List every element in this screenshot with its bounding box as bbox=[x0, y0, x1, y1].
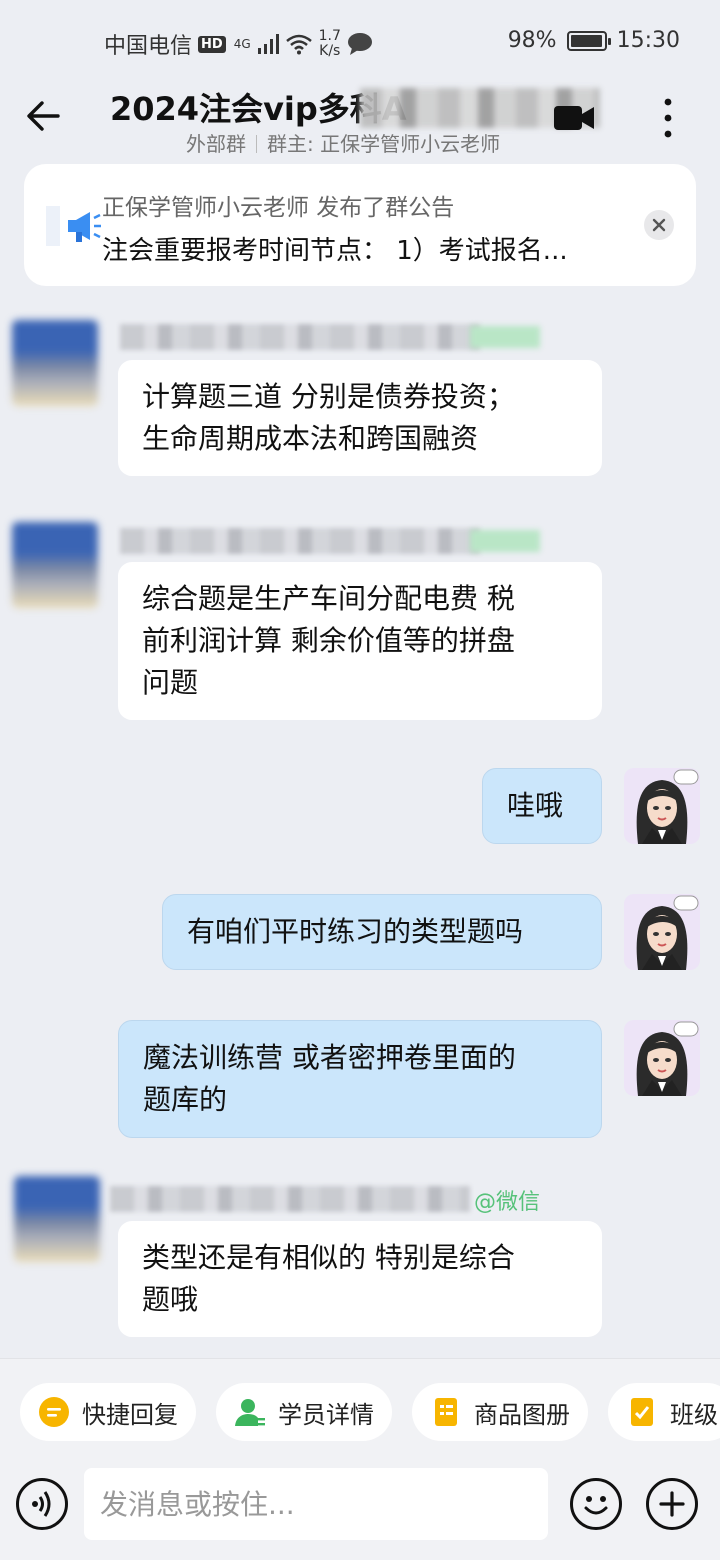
input-bar bbox=[0, 1466, 720, 1560]
avatar[interactable] bbox=[14, 1176, 100, 1262]
signal-icon bbox=[257, 34, 279, 54]
plus-icon bbox=[659, 1491, 685, 1517]
group-subtitle: 外部群 群主: 正保学管师小云老师 bbox=[186, 128, 500, 157]
catalog-icon bbox=[435, 1398, 457, 1426]
message-bubble-own[interactable]: 有咱们平时练习的类型题吗 bbox=[162, 894, 602, 970]
chip-label: 商品图册 bbox=[474, 1400, 570, 1429]
network-label: 4G bbox=[233, 37, 251, 51]
close-icon bbox=[652, 218, 666, 232]
my-avatar[interactable] bbox=[624, 768, 700, 844]
student-icon bbox=[235, 1399, 265, 1426]
status-bar: 中国电信 HD 4G 1.7 K/s 98% 15:30 bbox=[0, 0, 720, 84]
message-bubble[interactable]: 类型还是有相似的 特别是综合 题哦 bbox=[118, 1221, 602, 1337]
subtitle-divider bbox=[256, 135, 257, 153]
message-input[interactable] bbox=[84, 1468, 548, 1540]
group-type: 外部群 bbox=[186, 132, 246, 156]
megaphone-icon bbox=[46, 206, 101, 246]
more-options-icon[interactable] bbox=[656, 96, 680, 140]
hd-badge: HD bbox=[198, 35, 226, 53]
close-announcement-button[interactable] bbox=[644, 210, 674, 240]
message-line: 类型还是有相似的 特别是综合 bbox=[142, 1241, 515, 1274]
voice-input-button[interactable] bbox=[16, 1478, 68, 1530]
message-line: 有咱们平时练习的类型题吗 bbox=[187, 915, 524, 948]
message-line: 题库的 bbox=[143, 1083, 228, 1116]
message-line: 前利润计算 剩余价值等的拼盘 bbox=[142, 624, 515, 657]
battery-icon bbox=[566, 30, 611, 51]
announcement-preview: 注会重要报考时间节点： 1）考试报名... bbox=[102, 236, 568, 266]
sender-name-redacted bbox=[120, 324, 480, 350]
announcement-author: 正保学管师小云老师 发布了群公告 bbox=[102, 195, 455, 221]
net-speed: 1.7 K/s bbox=[319, 29, 341, 59]
avatar[interactable] bbox=[12, 320, 98, 406]
speed-value: 1.7 bbox=[318, 28, 341, 44]
emoji-button[interactable] bbox=[570, 1478, 622, 1530]
message-line: 计算题三道 分别是债券投资； bbox=[142, 380, 515, 413]
message-line: 题哦 bbox=[142, 1283, 199, 1316]
carrier-label: 中国电信 bbox=[104, 34, 193, 59]
quick-actions-bar: 快捷回复 学员详情 商品图册 班级 bbox=[0, 1358, 720, 1466]
quick-reply-icon bbox=[39, 1397, 69, 1427]
message-bubble-own[interactable]: 魔法训练营 或者密押卷里面的 题库的 bbox=[118, 1020, 602, 1138]
back-arrow-icon[interactable] bbox=[22, 94, 66, 138]
chip-label: 快捷回复 bbox=[82, 1400, 178, 1429]
product-catalog-button[interactable]: 商品图册 bbox=[412, 1383, 588, 1441]
avatar[interactable] bbox=[12, 522, 98, 608]
message-line: 问题 bbox=[142, 666, 199, 699]
message-line: 哇哦 bbox=[507, 789, 564, 822]
my-avatar[interactable] bbox=[624, 1020, 700, 1096]
group-announcement[interactable]: 正保学管师小云老师 发布了群公告 注会重要报考时间节点： 1）考试报名... bbox=[24, 164, 696, 286]
status-right: 98% 15:30 bbox=[508, 28, 680, 53]
battery-level bbox=[570, 34, 602, 47]
wifi-icon bbox=[285, 34, 312, 55]
battery-percent: 98% bbox=[507, 28, 557, 53]
message-line: 生命周期成本法和跨国融资 bbox=[142, 422, 479, 455]
message-bubble-own[interactable]: 哇哦 bbox=[482, 768, 602, 844]
chip-label: 学员详情 bbox=[278, 1400, 374, 1429]
class-icon bbox=[631, 1398, 653, 1426]
wechat-source-tag: @微信 bbox=[474, 1190, 541, 1215]
more-functions-button[interactable] bbox=[646, 1478, 698, 1530]
cartoon-girl-avatar-icon bbox=[624, 768, 700, 844]
sender-tag-redacted bbox=[470, 326, 540, 348]
student-details-button[interactable]: 学员详情 bbox=[216, 1383, 392, 1441]
message-line: 综合题是生产车间分配电费 税 bbox=[142, 582, 515, 615]
sender-name-redacted bbox=[110, 1186, 470, 1212]
emoji-icon bbox=[584, 1496, 608, 1515]
sender-name-redacted bbox=[120, 528, 480, 554]
sender-tag-redacted bbox=[470, 530, 540, 552]
chip-label: 班级 bbox=[670, 1400, 718, 1429]
message-bubble[interactable]: 计算题三道 分别是债券投资； 生命周期成本法和跨国融资 bbox=[118, 360, 602, 476]
my-avatar[interactable] bbox=[624, 894, 700, 970]
class-button[interactable]: 班级 bbox=[608, 1383, 720, 1441]
message-bubble[interactable]: 综合题是生产车间分配电费 税 前利润计算 剩余价值等的拼盘 问题 bbox=[118, 562, 602, 720]
speed-unit: K/s bbox=[319, 43, 341, 59]
status-left: 中国电信 HD 4G 1.7 K/s bbox=[104, 28, 373, 60]
cartoon-girl-avatar-icon bbox=[624, 1020, 700, 1096]
chat-header: 2024注会vip多科A 外部群 群主: 正保学管师小云老师 bbox=[0, 84, 720, 160]
message-notify-icon bbox=[347, 33, 372, 55]
cartoon-girl-avatar-icon bbox=[624, 894, 700, 970]
group-owner[interactable]: 群主: 正保学管师小云老师 bbox=[267, 132, 500, 156]
message-line: 魔法训练营 或者密押卷里面的 bbox=[143, 1041, 516, 1074]
video-call-icon[interactable] bbox=[554, 102, 596, 132]
voice-icon bbox=[32, 1491, 51, 1517]
clock: 15:30 bbox=[616, 28, 680, 53]
quick-reply-button[interactable]: 快捷回复 bbox=[20, 1383, 196, 1441]
